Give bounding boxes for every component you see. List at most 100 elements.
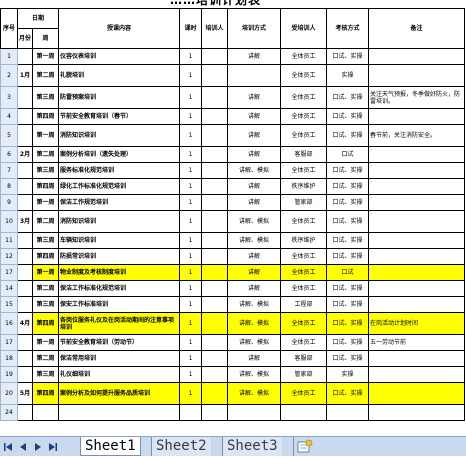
exam-cell[interactable]: 实操 [326, 366, 369, 383]
method-cell[interactable]: 讲解、模拟 [227, 312, 281, 335]
trainer-cell[interactable] [201, 210, 228, 233]
trainee-cell[interactable]: 全体员工 [280, 264, 327, 281]
trainee-cell[interactable]: 秩序维护 [280, 178, 327, 195]
trainee-cell[interactable]: 全体员工 [280, 48, 327, 65]
method-cell[interactable]: 讲解 [227, 124, 281, 147]
exam-cell[interactable]: 口试、实操 [326, 124, 369, 147]
method-cell[interactable]: 讲解、模拟 [227, 162, 281, 179]
week-cell[interactable]: 第四周 [32, 312, 59, 335]
week-cell[interactable]: 第三周 [32, 86, 59, 109]
remark-cell[interactable] [368, 382, 465, 405]
remark-cell[interactable] [368, 194, 465, 211]
prev-sheet-icon[interactable] [17, 441, 29, 453]
hours-cell[interactable]: 1 [179, 350, 202, 367]
trainer-cell[interactable] [201, 404, 228, 421]
exam-cell[interactable]: 口试、实操 [326, 232, 369, 249]
content-cell[interactable]: 各岗位服务礼仪及在岗活动期间的注意事项培训 [58, 312, 180, 335]
exam-cell[interactable]: 口试、实操 [326, 280, 369, 297]
insert-sheet-icon[interactable] [296, 439, 314, 454]
month-cell[interactable] [17, 194, 33, 211]
hours-cell[interactable]: 1 [179, 146, 202, 163]
exam-cell[interactable]: 口试、实操 [326, 312, 369, 335]
exam-cell[interactable]: 口试、实操 [326, 108, 369, 125]
row-number[interactable]: 15 [0, 296, 18, 313]
remark-cell[interactable]: 在岗活动计划时间 [368, 312, 465, 335]
method-cell[interactable]: 讲解 [227, 48, 281, 65]
trainer-cell[interactable] [201, 280, 228, 297]
week-cell[interactable]: 第四周 [32, 248, 59, 265]
trainee-cell[interactable]: 全体员工 [280, 86, 327, 109]
remark-cell[interactable]: 五一劳动节前 [368, 334, 465, 351]
exam-cell[interactable]: 口试、实操 [326, 48, 369, 65]
remark-cell[interactable] [368, 48, 465, 65]
content-cell[interactable]: 保安工作标准培训 [58, 296, 180, 313]
content-cell[interactable]: 节前安全教育培训（劳动节） [58, 334, 180, 351]
content-cell[interactable]: 防损常识培训 [58, 248, 180, 265]
exam-cell[interactable]: 口试、实操 [326, 248, 369, 265]
row-number[interactable]: 3 [0, 86, 18, 109]
trainee-cell[interactable]: 全体员工 [280, 312, 327, 335]
exam-cell[interactable] [326, 404, 369, 421]
week-cell[interactable]: 第三周 [32, 162, 59, 179]
trainer-cell[interactable] [201, 366, 228, 383]
remark-cell[interactable] [368, 210, 465, 233]
month-cell[interactable] [17, 366, 33, 383]
row-number[interactable]: 18 [0, 350, 18, 367]
month-cell[interactable] [17, 108, 33, 125]
trainee-cell[interactable]: 全体员工 [280, 382, 327, 405]
remark-cell[interactable] [368, 178, 465, 195]
trainee-cell[interactable]: 客服部 [280, 146, 327, 163]
row-number[interactable]: 19 [0, 366, 18, 383]
hours-cell[interactable]: 1 [179, 248, 202, 265]
trainer-cell[interactable] [201, 146, 228, 163]
trainer-cell[interactable] [201, 48, 228, 65]
next-sheet-icon[interactable] [32, 441, 44, 453]
tab-sheet1[interactable]: Sheet1 [80, 437, 141, 456]
method-cell[interactable]: 讲解 [227, 86, 281, 109]
week-cell[interactable]: 第四周 [32, 108, 59, 125]
method-cell[interactable]: 讲解、模拟 [227, 210, 281, 233]
exam-cell[interactable]: 口试、实操 [326, 194, 369, 211]
row-number[interactable]: 9 [0, 194, 18, 211]
remark-cell[interactable] [368, 162, 465, 179]
row-number[interactable]: 10 [0, 210, 18, 233]
hours-cell[interactable]: 1 [179, 280, 202, 297]
month-cell[interactable]: 3月 [17, 210, 33, 233]
row-number[interactable]: 2 [0, 64, 18, 87]
method-cell[interactable]: 讲解、模拟 [227, 366, 281, 383]
last-sheet-icon[interactable] [47, 441, 59, 453]
method-cell[interactable] [227, 404, 281, 421]
trainee-cell[interactable]: 全体员工 [280, 248, 327, 265]
row-number[interactable]: 20 [0, 382, 18, 405]
week-cell[interactable] [32, 404, 59, 421]
trainee-cell[interactable]: 工程部 [280, 296, 327, 313]
month-cell[interactable] [17, 86, 33, 109]
week-cell[interactable]: 第一周 [32, 334, 59, 351]
trainee-cell[interactable]: 全体员工 [280, 162, 327, 179]
method-cell[interactable]: 讲解 [227, 178, 281, 195]
method-cell[interactable] [227, 64, 281, 87]
remark-cell[interactable] [368, 366, 465, 383]
week-cell[interactable]: 第四周 [32, 178, 59, 195]
month-cell[interactable] [17, 404, 33, 421]
hours-cell[interactable]: 1 [179, 178, 202, 195]
month-cell[interactable] [17, 280, 33, 297]
method-cell[interactable]: 讲解 [227, 194, 281, 211]
trainer-cell[interactable] [201, 248, 228, 265]
tab-sheet2[interactable]: Sheet2 [152, 437, 211, 456]
trainer-cell[interactable] [201, 64, 228, 87]
remark-cell[interactable] [368, 350, 465, 367]
hours-cell[interactable]: 1 [179, 48, 202, 65]
month-cell[interactable] [17, 350, 33, 367]
spreadsheet-area[interactable]: ……培训计划表 序号 日期 授课内容 课时 培训人 培训方式 受培训人 考核方式… [0, 0, 466, 436]
week-cell[interactable]: 第二周 [32, 210, 59, 233]
hours-cell[interactable]: 1 [179, 86, 202, 109]
remark-cell[interactable] [368, 404, 465, 421]
content-cell[interactable]: 车辆知识培训 [58, 232, 180, 249]
hours-cell[interactable]: 1 [179, 264, 202, 281]
remark-cell[interactable] [368, 280, 465, 297]
row-number[interactable]: 17 [0, 334, 18, 351]
remark-cell[interactable]: 关注天气预报，冬季做好防火，防雷培训。 [368, 86, 465, 109]
hours-cell[interactable]: 1 [179, 232, 202, 249]
month-cell[interactable] [17, 296, 33, 313]
